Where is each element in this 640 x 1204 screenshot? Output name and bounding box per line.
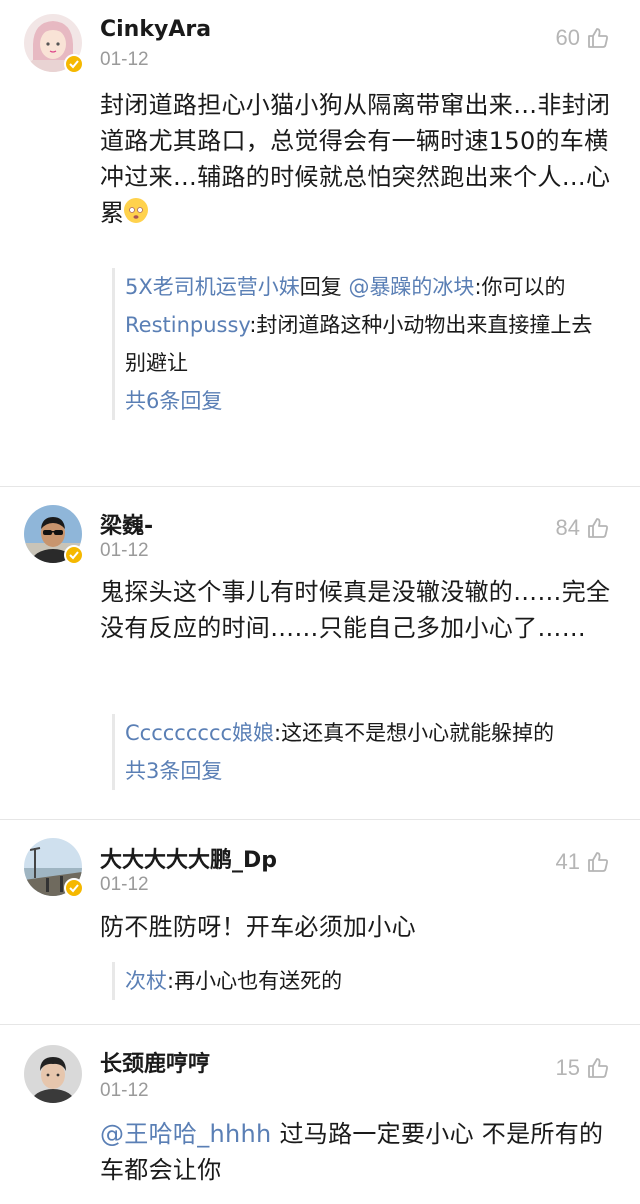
reply-list: 5X老司机运营小妹回复 @暴躁的冰块:你可以的 Restinpussy:封闭道路… xyxy=(112,268,620,420)
like-count: 84 xyxy=(555,515,580,540)
boy-avatar-icon xyxy=(24,1045,82,1103)
username[interactable]: 梁巍- xyxy=(100,508,153,540)
like-button[interactable]: 15 xyxy=(556,1055,610,1081)
divider xyxy=(0,486,640,487)
reply-item[interactable]: 次杖:再小心也有送死的 xyxy=(125,962,620,1000)
mention-link[interactable]: @王哈哈_hhhh xyxy=(100,1120,272,1148)
view-all-replies-link[interactable]: 共6条回复 xyxy=(125,382,620,420)
dizzy-face-emoji-icon xyxy=(124,198,149,223)
reply-author[interactable]: 5X老司机运营小妹 xyxy=(125,275,300,299)
like-count: 41 xyxy=(555,849,580,874)
username[interactable]: 大大大大大鹏_Dp xyxy=(100,842,277,874)
avatar[interactable] xyxy=(24,1045,82,1103)
comment-date: 01-12 xyxy=(100,540,149,561)
reply-item[interactable]: 5X老司机运营小妹回复 @暴躁的冰块:你可以的 xyxy=(125,268,620,306)
thumbs-up-icon xyxy=(588,852,608,872)
thumbs-up-icon xyxy=(588,1058,608,1078)
divider xyxy=(0,819,640,820)
comment-date: 01-12 xyxy=(100,1080,149,1101)
username[interactable]: CinkyAra xyxy=(100,17,211,42)
comment-date: 01-12 xyxy=(100,874,149,895)
reply-author[interactable]: Restinpussy xyxy=(125,313,249,337)
view-all-replies-link[interactable]: 共3条回复 xyxy=(125,752,620,790)
verified-badge-icon xyxy=(64,878,84,898)
comment-date: 01-12 xyxy=(100,49,149,70)
comment-text: 防不胜防呀！开车必须加小心 xyxy=(100,913,416,941)
mention-link[interactable]: @暴躁的冰块 xyxy=(348,275,474,299)
reply-list: Ccccccccc娘娘:这还真不是想小心就能躲掉的 共3条回复 xyxy=(112,714,620,790)
like-button[interactable]: 84 xyxy=(556,515,610,541)
like-button[interactable]: 41 xyxy=(556,849,610,875)
divider xyxy=(0,1024,640,1025)
like-count: 15 xyxy=(555,1055,580,1080)
avatar[interactable] xyxy=(24,505,84,565)
username[interactable]: 长颈鹿哼哼 xyxy=(100,1046,210,1078)
verified-badge-icon xyxy=(64,54,84,74)
avatar[interactable] xyxy=(24,838,84,898)
reply-author[interactable]: 次杖 xyxy=(125,969,167,993)
thumbs-up-icon xyxy=(588,518,608,538)
thumbs-up-icon xyxy=(588,28,608,48)
verified-badge-icon xyxy=(64,545,84,565)
like-count: 60 xyxy=(555,25,580,50)
comment-text: @王哈哈_hhhh 过马路一定要小心 不是所有的车都会让你 xyxy=(100,1120,604,1184)
like-button[interactable]: 60 xyxy=(556,25,610,51)
avatar[interactable] xyxy=(24,14,84,74)
reply-list: 次杖:再小心也有送死的 xyxy=(112,962,620,1000)
reply-item[interactable]: Ccccccccc娘娘:这还真不是想小心就能躲掉的 xyxy=(125,714,620,752)
comment-text: 鬼探头这个事儿有时候真是没辙没辙的……完全没有反应的时间……只能自己多加小心了…… xyxy=(100,578,611,642)
comment-text: 封闭道路担心小猫小狗从隔离带窜出来…非封闭道路尤其路口，总觉得会有一辆时速150… xyxy=(100,91,611,227)
reply-item[interactable]: Restinpussy:封闭道路这种小动物出来直接撞上去 别避让 xyxy=(125,306,620,382)
reply-author[interactable]: Ccccccccc娘娘 xyxy=(125,721,274,745)
